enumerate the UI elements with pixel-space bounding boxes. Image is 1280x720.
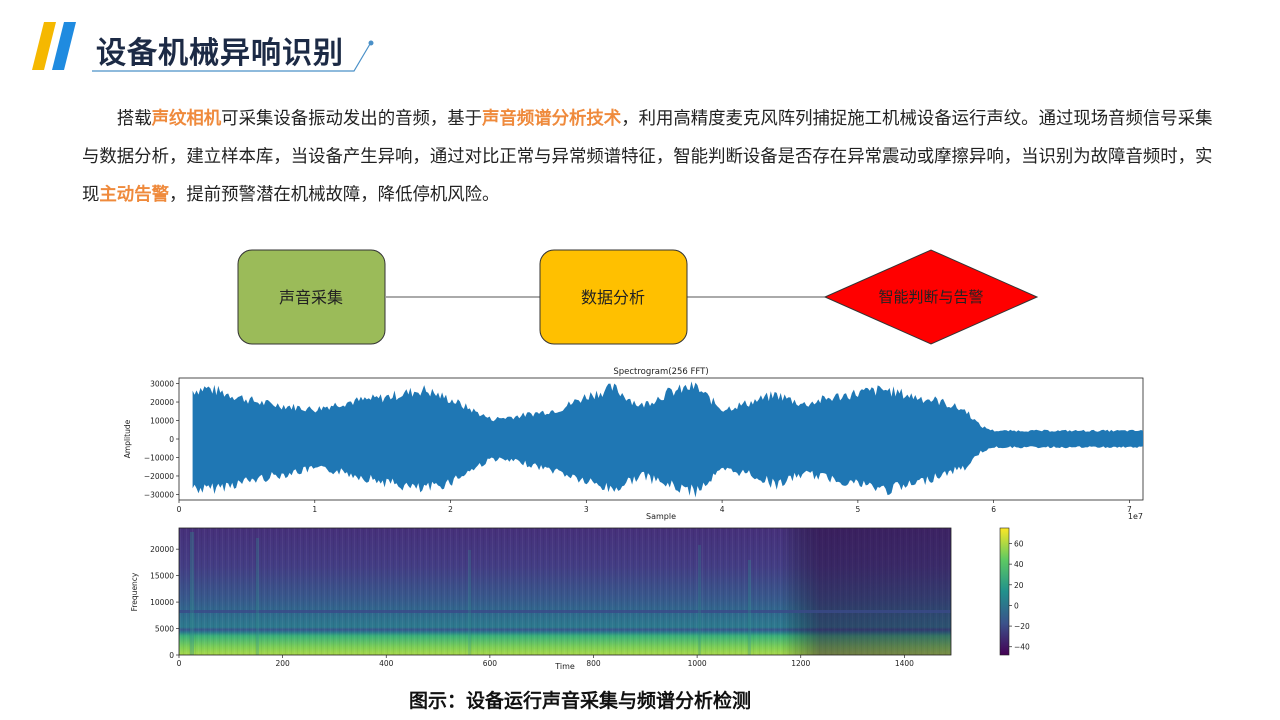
spectrogram-figure: Spectrogram(256 FFT) 30000 20000 10000 0 −10… (108, 360, 1169, 671)
flow-node-judge-alarm: 智能判断与告警 (823, 249, 1039, 345)
spectrogram-heatmap (179, 528, 951, 655)
flowchart: 声音采集 数据分析 智能判断与告警 (214, 225, 1066, 360)
spectrogram-ytick-label: 20000 (150, 545, 174, 554)
intro-text: 搭载 (116, 109, 152, 129)
waveform-ytick-label: 20000 (150, 398, 174, 407)
intro-paragraph: 搭载声纹相机可采集设备振动发出的音频，基于声音频谱分析技术，利用高精度麦克风阵列… (82, 100, 1227, 214)
colorbar-tick-label: −20 (1014, 622, 1030, 631)
waveform-ylabel: Amplitude (123, 419, 132, 458)
waveform-x-multiplier: 1e7 (1128, 512, 1143, 521)
flow-node-analyze: 数据分析 (539, 249, 688, 345)
intro-highlight: 声音频谱分析技术 (482, 109, 622, 129)
colorbar (999, 527, 1010, 656)
flow-node-collect: 声音采集 (237, 249, 386, 345)
waveform-xtick-label: 4 (720, 505, 725, 514)
spectrogram-ytick-label: 5000 (155, 625, 174, 634)
intro-highlight: 主动告警 (99, 185, 169, 205)
waveform-series (192, 381, 1144, 498)
waveform-title: Spectrogram(256 FFT) (613, 367, 708, 377)
spectrogram-xtick-label: 1400 (895, 659, 914, 668)
waveform-xtick-label: 3 (584, 505, 589, 514)
waveform-xtick-label: 5 (855, 505, 860, 514)
figure-caption: 图示：设备运行声音采集与频谱分析检测 (408, 690, 751, 712)
spectrogram-xtick-label: 800 (586, 659, 601, 668)
intro-highlight: 声纹相机 (151, 109, 222, 129)
colorbar-tick-label: −40 (1014, 643, 1030, 652)
page-title: 设备机械异响识别 (96, 36, 344, 71)
waveform-xlabel: Sample (646, 512, 676, 521)
spectrogram-xtick-label: 0 (177, 659, 182, 668)
waveform-ytick-label: −10000 (144, 453, 174, 462)
spectrogram-xlabel: Time (554, 662, 575, 671)
waveform-ytick-label: −20000 (144, 472, 174, 481)
waveform-xtick-label: 0 (177, 505, 182, 514)
waveform-xtick-label: 1 (312, 505, 317, 514)
spectrogram-xtick-label: 1000 (688, 659, 707, 668)
spectrogram-xtick-label: 1200 (791, 659, 810, 668)
spectrogram-ytick-label: 10000 (150, 598, 174, 607)
flow-node-label: 数据分析 (581, 288, 645, 307)
colorbar-tick-label: 20 (1014, 581, 1024, 590)
colorbar-tick-label: 60 (1014, 539, 1024, 548)
spectrogram-ytick-label: 15000 (150, 572, 174, 581)
waveform-ytick-label: 30000 (150, 380, 174, 389)
flow-node-label: 声音采集 (279, 288, 343, 307)
waveform-xtick-label: 2 (448, 505, 453, 514)
spectrogram-ylabel: Frequency (130, 572, 139, 611)
flow-node-label: 智能判断与告警 (878, 288, 983, 306)
spectrogram-xtick-label: 600 (483, 659, 498, 668)
waveform-xtick-label: 6 (991, 505, 996, 514)
waveform-ytick-label: −30000 (144, 490, 174, 499)
spectrogram-xtick-label: 400 (379, 659, 394, 668)
title-logo-icon (32, 22, 76, 70)
intro-text: 可采集设备振动发出的音频，基于 (221, 109, 483, 129)
spectrogram-ytick-label: 0 (169, 651, 174, 660)
colorbar-tick-label: 40 (1014, 560, 1024, 569)
waveform-ytick-label: 10000 (150, 417, 174, 426)
colorbar-tick-label: 0 (1014, 601, 1019, 610)
waveform-ytick-label: 0 (169, 435, 174, 444)
intro-text: ，提前预警潜在机械故障，降低停机风险。 (168, 185, 500, 205)
spectrogram-xtick-label: 200 (275, 659, 290, 668)
